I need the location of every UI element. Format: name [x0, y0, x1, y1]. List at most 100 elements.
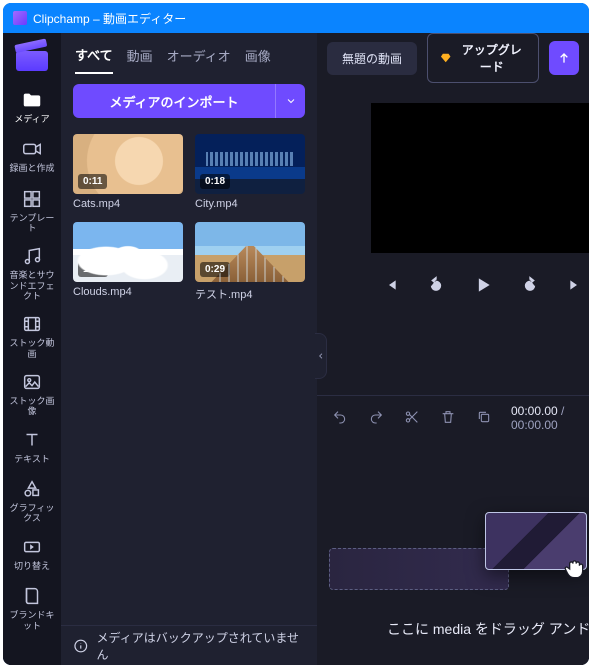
grab-cursor-icon — [561, 556, 587, 587]
film-icon — [21, 313, 43, 335]
backup-warning-text: メディアはバックアップされていません — [97, 629, 305, 663]
media-item[interactable]: 1:05 Clouds.mp4 — [73, 222, 183, 302]
copy-icon — [476, 409, 492, 425]
music-icon — [21, 245, 43, 267]
sidebar-item-label: 録画と作成 — [9, 163, 54, 173]
tab-all[interactable]: すべて — [75, 45, 113, 74]
media-item[interactable]: 0:18 City.mp4 — [195, 134, 305, 210]
play-button[interactable] — [469, 271, 497, 302]
backup-warning-bar[interactable]: メディアはバックアップされていません — [61, 625, 317, 665]
timeline-tracks[interactable]: ここに media をドラッグ アンド ドロ — [317, 440, 589, 665]
sidebar-item-label: テキスト — [14, 454, 50, 464]
forward-button[interactable] — [517, 272, 543, 301]
time-total: 00:00.00 — [511, 418, 558, 432]
sidebar-item-record[interactable]: 録画と作成 — [3, 130, 61, 179]
templates-icon — [21, 188, 43, 210]
sidebar-item-stock-image[interactable]: ストック画 像 — [3, 363, 61, 421]
info-icon — [73, 638, 89, 654]
undo-button[interactable] — [329, 406, 351, 431]
time-current: 00:00.00 — [511, 404, 558, 418]
collapse-panel-button[interactable] — [315, 333, 327, 379]
clipchamp-logo-icon — [16, 45, 48, 71]
sidebar-item-music[interactable]: 音楽とサウ ンドエフェ クト — [3, 237, 61, 305]
media-thumbnail[interactable]: 1:05 — [73, 222, 183, 282]
sidebar-item-label: テンプレー ト — [10, 213, 55, 234]
sidebar-item-label: ブランドキ ット — [9, 610, 54, 631]
scissors-icon — [404, 409, 420, 425]
image-icon — [21, 371, 43, 393]
sidebar-item-label: メディア — [14, 114, 49, 124]
media-panel: すべて 動画 オーディオ 画像 メディアのインポート 0:11 Cats.mp4 — [61, 33, 317, 665]
media-item[interactable]: 0:11 Cats.mp4 — [73, 134, 183, 210]
sidebar-item-stock-video[interactable]: ストック動 画 — [3, 305, 61, 363]
duration-badge: 0:18 — [200, 174, 230, 189]
duration-badge: 1:05 — [78, 262, 108, 277]
timeline-time: 00:00.00 / 00:00.00 — [511, 404, 577, 432]
trash-icon — [440, 409, 456, 425]
timeline-drop-hint: ここに media をドラッグ アンド ドロ — [387, 619, 589, 639]
media-filename: Cats.mp4 — [73, 198, 183, 210]
text-icon — [21, 429, 43, 451]
sidebar: メディア 録画と作成 テンプレー ト 音楽とサウ ンドエフェ クト ストック動 … — [3, 33, 61, 665]
media-item[interactable]: 0:29 テスト.mp4 — [195, 222, 305, 302]
play-icon — [473, 275, 493, 295]
playback-controls — [317, 271, 589, 302]
media-thumbnail[interactable]: 0:11 — [73, 134, 183, 194]
delete-button[interactable] — [437, 406, 459, 431]
timeline-dropzone[interactable] — [329, 548, 509, 590]
sidebar-item-text[interactable]: テキスト — [3, 421, 61, 470]
media-filename: Clouds.mp4 — [73, 286, 183, 298]
camera-icon — [21, 138, 43, 160]
window-title: Clipchamp – 動画エディター — [33, 10, 186, 27]
transition-icon — [21, 536, 43, 558]
skip-end-button[interactable] — [563, 273, 587, 300]
project-name-field[interactable]: 無題の動画 — [327, 42, 417, 75]
export-button[interactable] — [549, 41, 579, 75]
tab-video[interactable]: 動画 — [127, 46, 153, 73]
folder-icon — [21, 89, 43, 111]
sidebar-item-templates[interactable]: テンプレー ト — [3, 180, 61, 238]
media-tabs: すべて 動画 オーディオ 画像 — [61, 33, 317, 78]
media-grid: 0:11 Cats.mp4 0:18 City.mp4 1:05 Clouds.… — [61, 130, 317, 306]
media-thumbnail[interactable]: 0:18 — [195, 134, 305, 194]
rewind-button[interactable] — [423, 272, 449, 301]
media-filename: City.mp4 — [195, 198, 305, 210]
sidebar-item-brandkit[interactable]: ブランドキ ット — [3, 577, 61, 635]
titlebar: Clipchamp – 動画エディター — [3, 3, 589, 33]
shapes-icon — [21, 478, 43, 500]
sidebar-item-label: ストック画 像 — [9, 396, 54, 417]
split-button[interactable] — [401, 406, 423, 431]
upgrade-label: アップグレード — [457, 41, 526, 75]
skip-start-icon — [383, 277, 399, 293]
sidebar-item-label: グラフィッ クス — [10, 503, 55, 524]
redo-icon — [368, 409, 384, 425]
sidebar-item-label: 音楽とサウ ンドエフェ クト — [9, 270, 54, 301]
skip-start-button[interactable] — [379, 273, 403, 300]
tab-audio[interactable]: オーディオ — [167, 46, 231, 73]
editor-area: 無題の動画 アップグレード — [317, 33, 589, 665]
sidebar-item-media[interactable]: メディア — [3, 81, 61, 130]
sidebar-item-graphics[interactable]: グラフィッ クス — [3, 470, 61, 528]
sidebar-item-label: ストック動 画 — [9, 338, 54, 359]
skip-end-icon — [567, 277, 583, 293]
upgrade-button[interactable]: アップグレード — [427, 33, 539, 83]
app-window: Clipchamp – 動画エディター メディア 録画と作成 テンプレー ト 音… — [3, 3, 589, 665]
tab-image[interactable]: 画像 — [245, 46, 271, 73]
redo-button[interactable] — [365, 406, 387, 431]
diamond-icon — [440, 51, 451, 65]
chevron-left-icon — [317, 350, 325, 362]
import-media-dropdown[interactable] — [275, 84, 305, 118]
rewind-icon — [427, 276, 445, 294]
video-canvas[interactable] — [371, 103, 589, 253]
timeline-toolbar: 00:00.00 / 00:00.00 — [317, 396, 589, 440]
forward-icon — [521, 276, 539, 294]
sidebar-item-transitions[interactable]: 切り替え — [3, 528, 61, 577]
upload-icon — [556, 50, 572, 66]
duration-badge: 0:29 — [200, 262, 230, 277]
book-icon — [21, 585, 43, 607]
media-thumbnail[interactable]: 0:29 — [195, 222, 305, 282]
sidebar-item-label: 切り替え — [14, 561, 50, 571]
import-media-button[interactable]: メディアのインポート — [73, 84, 275, 118]
media-filename: テスト.mp4 — [195, 286, 305, 302]
duplicate-button[interactable] — [473, 406, 495, 431]
